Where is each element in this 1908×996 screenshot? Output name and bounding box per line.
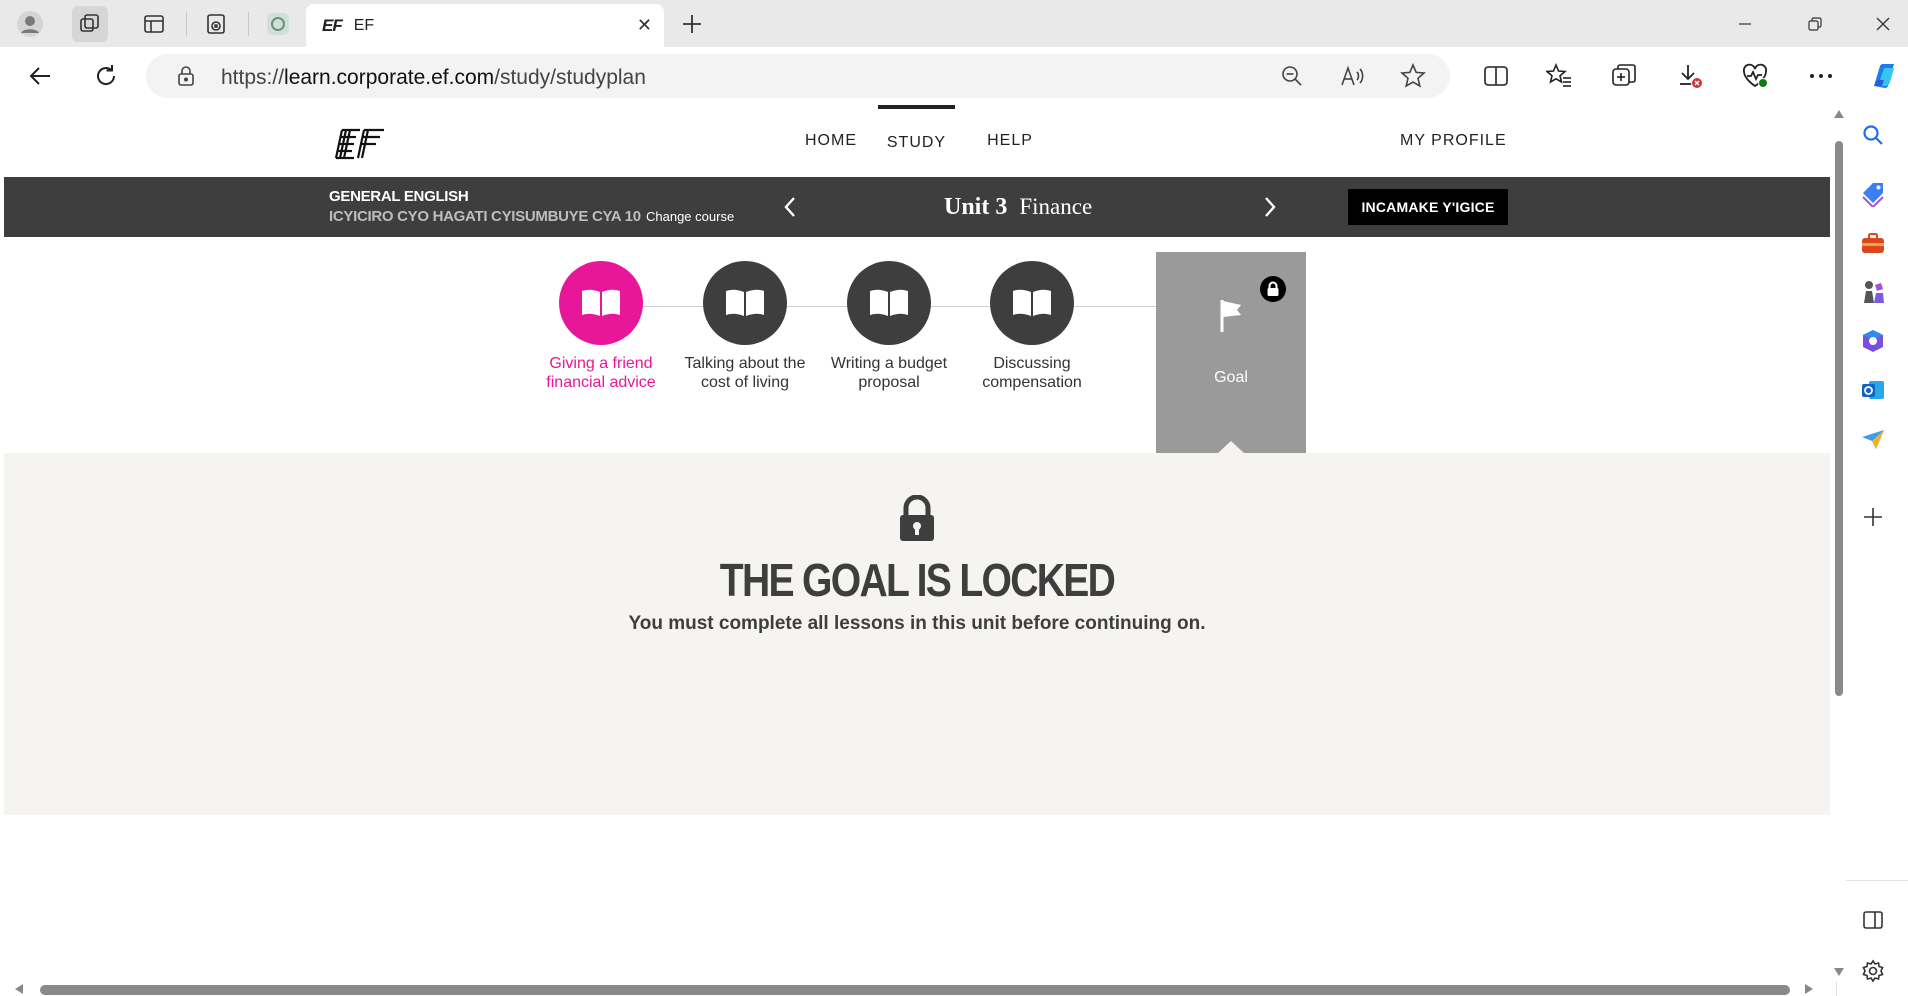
address-bar[interactable]: https://learn.corporate.ef.com/study/stu… [146,54,1450,98]
health-icon[interactable] [1737,58,1773,94]
course-level: ICYICIRO CYO HAGATI CYISUMBUYE CYA 10 [329,208,641,225]
lesson-1[interactable]: Giving a friend financial advice [526,237,676,437]
ef-logo[interactable] [334,127,386,161]
unit-number: Unit 3 [944,193,1008,220]
profile-icon[interactable] [12,6,48,42]
scroll-down-icon[interactable] [1833,967,1845,977]
close-window-icon[interactable] [1850,0,1908,47]
new-tab-icon[interactable] [676,8,708,40]
padlock-icon [897,494,937,548]
scroll-left-icon[interactable] [14,983,24,995]
lesson-3[interactable]: Writing a budget proposal [814,237,964,437]
locked-panel: THE GOAL IS LOCKED You must complete all… [4,453,1830,815]
tab-actions-icon[interactable] [136,6,172,42]
scroll-right-icon[interactable] [1804,983,1814,995]
shopping-icon[interactable] [1855,176,1891,212]
unit-title: Unit 3 Finance [944,190,1204,224]
lock-icon [1260,276,1286,302]
lesson-label: Talking about the cost of living [684,355,806,391]
lesson-label: Writing a budget proposal [830,355,948,391]
lesson-2[interactable]: Talking about the cost of living [670,237,820,437]
outlook-icon[interactable] [1855,372,1891,408]
lessons-row: Giving a friend financial advice Talking… [4,237,1830,453]
zoom-out-icon[interactable] [1278,62,1306,90]
page-viewport: HOME STUDY HELP MY PROFILE GENERAL ENGLI… [4,105,1830,981]
downloads-icon[interactable] [1672,58,1708,94]
browser-toolbar: https://learn.corporate.ef.com/study/stu… [0,47,1908,105]
vertical-scroll-thumb[interactable] [1835,141,1843,696]
lesson-label: Discussing compensation [982,355,1082,391]
tools-icon[interactable] [1855,225,1891,261]
workspaces-icon[interactable] [72,6,108,42]
flag-icon [1215,296,1247,341]
copilot-icon[interactable] [1866,58,1902,94]
horizontal-scroll-thumb[interactable] [40,985,1790,995]
nav-study[interactable]: STUDY [878,105,955,177]
back-icon[interactable] [22,58,58,94]
more-icon[interactable] [1803,58,1839,94]
url-text[interactable]: https://learn.corporate.ef.com/study/stu… [221,66,646,90]
scroll-up-icon[interactable] [1833,109,1845,119]
unit-review-button[interactable]: INCAMAKE Y'IGICE [1348,189,1508,225]
games-icon[interactable] [1855,274,1891,310]
locked-title: THE GOAL IS LOCKED [719,554,1116,606]
change-course-link[interactable]: Change course [646,209,734,224]
browser-titlebar: EF EF ✕ [0,0,1908,47]
course-bar: GENERAL ENGLISH ICYICIRO CYO HAGATI CYIS… [4,177,1830,237]
sidebar-icon[interactable] [1855,902,1891,938]
goal-label: Goal [1214,369,1248,386]
add-icon[interactable] [1855,499,1891,535]
chatgpt-tab-icon[interactable] [260,6,296,42]
vertical-scrollbar[interactable] [1830,105,1846,981]
unit-name: Finance [1019,194,1093,219]
lesson-label: Giving a friend financial advice [546,355,656,391]
search-icon[interactable] [1855,117,1891,153]
book-icon [703,261,787,345]
restore-icon[interactable] [1782,0,1848,47]
lock-icon[interactable] [172,62,200,90]
close-tab-icon[interactable]: ✕ [637,16,652,34]
url-path: /study/studyplan [494,66,646,89]
minimize-icon[interactable] [1712,0,1778,47]
book-icon [990,261,1074,345]
edge-sidebar [1836,105,1908,996]
favorite-icon[interactable] [1399,62,1427,90]
collections-tab-icon[interactable] [198,6,234,42]
tab-title: EF [353,16,375,34]
tab-favicon: EF [322,15,343,35]
nav-help[interactable]: HELP [980,105,1040,177]
url-scheme: https:// [221,66,285,89]
lesson-4[interactable]: Discussing compensation [957,237,1107,437]
previous-unit-icon[interactable] [775,191,805,223]
nav-my-profile[interactable]: MY PROFILE [1400,105,1507,177]
goal-tile[interactable]: Goal [1156,252,1306,453]
book-icon [559,261,643,345]
office-icon[interactable] [1855,323,1891,359]
horizontal-scrollbar[interactable] [4,981,1830,996]
course-name: GENERAL ENGLISH [329,188,469,205]
favorites-icon[interactable] [1541,58,1577,94]
refresh-icon[interactable] [88,58,124,94]
nav-home[interactable]: HOME [793,105,869,177]
split-screen-icon[interactable] [1478,58,1514,94]
settings-icon[interactable] [1855,953,1891,989]
send-icon[interactable] [1855,421,1891,457]
goal-pointer [1218,441,1244,453]
url-host: learn.corporate.ef.com [284,66,495,89]
locked-message: You must complete all lessons in this un… [628,613,1206,634]
next-unit-icon[interactable] [1255,191,1285,223]
collections-icon[interactable] [1606,58,1642,94]
site-header: HOME STUDY HELP MY PROFILE [4,105,1830,177]
book-icon [847,261,931,345]
active-tab[interactable]: EF EF ✕ [306,4,664,47]
read-aloud-icon[interactable] [1339,62,1367,90]
